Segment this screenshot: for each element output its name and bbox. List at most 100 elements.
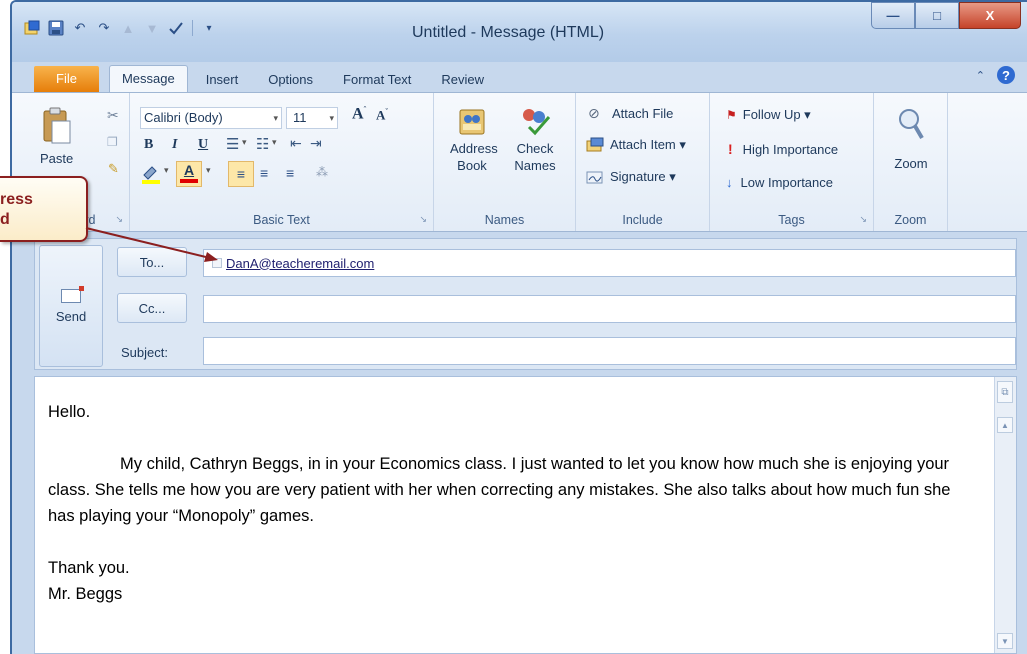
- paste-label: Paste: [40, 151, 74, 166]
- recipient-chip[interactable]: DanA@teacheremail.com: [212, 256, 374, 271]
- numbering-icon[interactable]: ☷: [256, 135, 269, 153]
- tab-options[interactable]: Options: [256, 68, 325, 92]
- high-importance-icon: !: [728, 141, 733, 157]
- tab-file[interactable]: File: [34, 66, 99, 92]
- clipboard-launcher-icon[interactable]: ↘: [115, 214, 123, 225]
- highlight-icon[interactable]: [140, 163, 162, 185]
- minimize-button[interactable]: —: [871, 2, 915, 29]
- send-icon: [61, 285, 84, 303]
- format-painter-icon[interactable]: ✎: [108, 161, 119, 177]
- bullets-icon[interactable]: ☰: [226, 135, 239, 153]
- tab-format-text[interactable]: Format Text: [331, 68, 423, 92]
- customize-icon[interactable]: ▾: [201, 20, 217, 36]
- address-book-button[interactable]: Address Book: [450, 107, 498, 174]
- message-body-text[interactable]: Hello. My child, Cathryn Beggs, in in yo…: [48, 399, 968, 607]
- align-left-icon[interactable]: ≡: [228, 161, 254, 187]
- help-icon[interactable]: ?: [997, 66, 1015, 84]
- subject-field[interactable]: [203, 337, 1016, 365]
- shrink-font-icon[interactable]: Aˇ: [376, 107, 388, 123]
- redo-icon[interactable]: ↷: [96, 20, 112, 36]
- message-body[interactable]: Hello. My child, Cathryn Beggs, in in yo…: [34, 376, 1017, 654]
- collapse-ribbon-icon[interactable]: ⌃: [976, 69, 985, 82]
- font-name-select[interactable]: Calibri (Body) ▾: [140, 107, 282, 129]
- styles-icon[interactable]: ⁂: [316, 165, 328, 179]
- scroll-up-icon[interactable]: ▲: [997, 417, 1013, 433]
- ribbon-tabs: File Message Insert Options Format Text …: [12, 64, 1027, 92]
- copy-icon[interactable]: ❐: [107, 135, 118, 149]
- align-right-icon[interactable]: ≡: [286, 165, 294, 181]
- low-importance-button[interactable]: ↓ Low Importance: [726, 175, 833, 190]
- title-bar: ↶ ↷ ▲ ▼ ▾ Untitled - Message (HTML) — □ …: [12, 2, 1027, 62]
- attach-item-label: Attach Item ▾: [610, 137, 686, 152]
- scroll-down-icon[interactable]: ▼: [997, 633, 1013, 649]
- tags-launcher-icon[interactable]: ↘: [859, 214, 867, 225]
- callout-line-1: ress: [0, 191, 33, 208]
- attach-item-button[interactable]: Attach Item ▾: [586, 137, 686, 153]
- font-size-select[interactable]: 11 ▾: [286, 107, 338, 129]
- chevron-down-icon[interactable]: ▾: [206, 165, 211, 176]
- attach-file-label: Attach File: [612, 106, 674, 121]
- attach-file-button[interactable]: ⊘ Attach File: [588, 105, 673, 122]
- maximize-button[interactable]: □: [915, 2, 959, 29]
- font-color-button[interactable]: A: [176, 161, 202, 187]
- basic-text-launcher-icon[interactable]: ↘: [419, 214, 427, 225]
- paste-button[interactable]: [42, 107, 72, 148]
- group-label-basic-text: Basic Text: [253, 213, 310, 227]
- chevron-down-icon: ▾: [273, 113, 278, 123]
- group-label-zoom: Zoom: [894, 213, 927, 227]
- signature-button[interactable]: Signature ▾: [586, 169, 676, 185]
- bold-button[interactable]: B: [144, 137, 153, 153]
- check-names-button[interactable]: Check Names: [510, 105, 560, 174]
- tab-insert[interactable]: Insert: [194, 68, 251, 92]
- body-paragraph: My child, Cathryn Beggs, in in your Econ…: [48, 455, 951, 525]
- address-book-label-2: Book: [457, 158, 487, 173]
- italic-button[interactable]: I: [172, 137, 177, 153]
- group-zoom: Zoom Zoom: [874, 93, 948, 231]
- down-icon[interactable]: ▼: [144, 20, 160, 36]
- save-icon[interactable]: [48, 20, 64, 36]
- paste-icon: [43, 107, 71, 144]
- zoom-button[interactable]: Zoom: [886, 107, 936, 171]
- up-icon[interactable]: ▲: [120, 20, 136, 36]
- group-label-include: Include: [622, 213, 663, 227]
- address-book-icon: [459, 109, 485, 135]
- follow-up-button[interactable]: ⚑ Follow Up ▾: [726, 107, 811, 123]
- zoom-icon: [899, 109, 924, 140]
- spelling-icon[interactable]: [168, 20, 184, 36]
- send-button[interactable]: Send: [39, 245, 103, 367]
- outlook-icon[interactable]: [24, 20, 40, 36]
- check-names-icon: [523, 109, 551, 136]
- underline-button[interactable]: U: [198, 137, 208, 153]
- chevron-down-icon[interactable]: ▾: [242, 137, 247, 148]
- cut-icon[interactable]: ✂: [107, 107, 119, 124]
- contact-icon: [212, 258, 222, 268]
- cc-field[interactable]: [203, 295, 1016, 323]
- grow-font-icon[interactable]: Aˆ: [352, 105, 366, 123]
- address-book-label-1: Address: [450, 141, 498, 156]
- cc-button[interactable]: Cc...: [117, 293, 187, 323]
- undo-icon[interactable]: ↶: [72, 20, 88, 36]
- to-field[interactable]: DanA@teacheremail.com: [203, 249, 1016, 277]
- group-label-names: Names: [484, 213, 525, 227]
- outlook-window: ↶ ↷ ▲ ▼ ▾ Untitled - Message (HTML) — □ …: [10, 0, 1027, 654]
- group-basic-text: Calibri (Body) ▾ 11 ▾ Aˆ Aˇ B I U ☰ ▾ ☷ …: [130, 93, 434, 231]
- quick-access-toolbar: ↶ ↷ ▲ ▼ ▾: [24, 20, 217, 36]
- align-center-icon[interactable]: ≡: [260, 165, 268, 181]
- tab-message[interactable]: Message: [108, 65, 188, 92]
- chevron-down-icon[interactable]: ▾: [164, 165, 169, 176]
- close-button[interactable]: X: [959, 2, 1021, 29]
- high-importance-button[interactable]: ! High Importance: [728, 141, 838, 157]
- ruler-icon[interactable]: ⧉: [997, 381, 1013, 403]
- signature-label: Signature ▾: [610, 169, 676, 184]
- tab-review[interactable]: Review: [429, 68, 496, 92]
- to-button[interactable]: To...: [117, 247, 187, 277]
- send-label: Send: [55, 308, 87, 324]
- decrease-indent-icon[interactable]: ⇤: [290, 135, 302, 152]
- group-tags: ⚑ Follow Up ▾ ! High Importance ↓ Low Im…: [710, 93, 874, 231]
- zoom-label: Zoom: [894, 156, 928, 171]
- group-label-tags: Tags: [778, 213, 805, 227]
- chevron-down-icon[interactable]: ▾: [272, 137, 277, 148]
- low-importance-icon: ↓: [726, 175, 733, 190]
- increase-indent-icon[interactable]: ⇥: [310, 135, 322, 152]
- vertical-scrollbar[interactable]: ⧉ ▲ ▼: [994, 377, 1016, 653]
